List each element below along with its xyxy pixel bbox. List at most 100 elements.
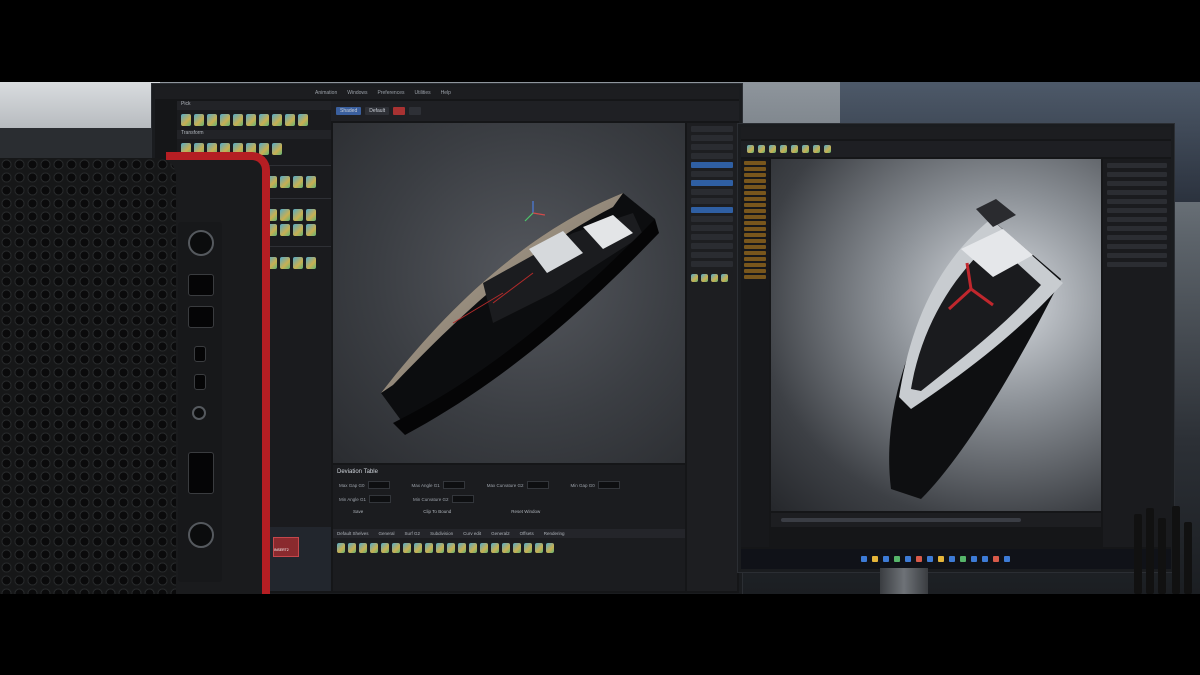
- tab-curv-edit[interactable]: Curv edit: [463, 531, 481, 536]
- tab-surf-g2[interactable]: Surf G2: [405, 531, 421, 536]
- shelf-tool-icon[interactable]: [502, 543, 510, 553]
- shelf-tool-icon[interactable]: [381, 543, 389, 553]
- tab-offsets[interactable]: Offsets: [520, 531, 534, 536]
- tool-icon[interactable]: [293, 209, 303, 221]
- shelf-tool-icon[interactable]: [469, 543, 477, 553]
- taskbar-app-icon[interactable]: [927, 556, 933, 562]
- attribute-row[interactable]: [1107, 190, 1167, 195]
- min-angle-input[interactable]: [369, 495, 392, 503]
- tool-icon[interactable]: [306, 224, 316, 236]
- shelf-tool-icon[interactable]: [447, 543, 455, 553]
- taskbar-app-icon[interactable]: [916, 556, 922, 562]
- attribute-row[interactable]: [1107, 262, 1167, 267]
- max-angle-input[interactable]: [442, 481, 465, 489]
- taskbar-app-icon[interactable]: [894, 556, 900, 562]
- lister-row-selected[interactable]: [691, 180, 733, 186]
- attribute-row[interactable]: [1107, 172, 1167, 177]
- tool-icon[interactable]: [293, 224, 303, 236]
- attribute-row[interactable]: [1107, 226, 1167, 231]
- shelf-tool-icon[interactable]: [458, 543, 466, 553]
- outliner-row[interactable]: [744, 221, 766, 225]
- window-thumbnail[interactable]: INSERT2: [273, 537, 299, 557]
- min-gap-input[interactable]: [597, 481, 620, 489]
- shaded-button[interactable]: Shaded: [336, 107, 362, 115]
- shelf-tool-icon[interactable]: [348, 543, 356, 553]
- menu-item-windows[interactable]: Windows: [347, 90, 367, 96]
- reset-window-button[interactable]: Reset Window: [511, 509, 540, 514]
- taskbar-app-icon[interactable]: [938, 556, 944, 562]
- render-viewport[interactable]: [771, 159, 1101, 511]
- attribute-row[interactable]: [1107, 163, 1167, 168]
- lister-row[interactable]: [691, 171, 733, 177]
- shelf-tool-icon[interactable]: [392, 543, 400, 553]
- outliner-row[interactable]: [744, 245, 766, 249]
- menu-item-utilities[interactable]: Utilities: [415, 90, 431, 96]
- taskbar-app-icon[interactable]: [861, 556, 867, 562]
- tool-icon[interactable]: [272, 143, 282, 155]
- lister-row-selected[interactable]: [691, 207, 733, 213]
- 3d-viewport[interactable]: [333, 123, 685, 463]
- outliner-row[interactable]: [744, 239, 766, 243]
- shelf-tool-icon[interactable]: [524, 543, 532, 553]
- outliner-row[interactable]: [744, 257, 766, 261]
- tool-icon[interactable]: [711, 274, 718, 282]
- tool-icon[interactable]: [280, 176, 290, 188]
- menu-item-preferences[interactable]: Preferences: [378, 90, 405, 96]
- tool-icon[interactable]: [272, 114, 282, 126]
- tool-icon[interactable]: [802, 145, 809, 153]
- shelf-tool-icon[interactable]: [546, 543, 554, 553]
- axis-gizmo-icon[interactable]: [521, 201, 545, 225]
- attribute-row[interactable]: [1107, 181, 1167, 186]
- tool-icon[interactable]: [220, 114, 230, 126]
- shelf-tool-icon[interactable]: [370, 543, 378, 553]
- attribute-row[interactable]: [1107, 235, 1167, 240]
- shelf-tool-icon[interactable]: [425, 543, 433, 553]
- outliner-row[interactable]: [744, 233, 766, 237]
- taskbar-app-icon[interactable]: [883, 556, 889, 562]
- power-button-icon[interactable]: [188, 230, 214, 256]
- tool-icon[interactable]: [280, 209, 290, 221]
- taskbar-app-icon[interactable]: [971, 556, 977, 562]
- lister-row[interactable]: [691, 135, 733, 141]
- attribute-row[interactable]: [1107, 253, 1167, 258]
- max-gap-input[interactable]: [367, 481, 390, 489]
- tool-icon[interactable]: [285, 114, 295, 126]
- outliner-row[interactable]: [744, 185, 766, 189]
- save-button[interactable]: Save: [353, 509, 363, 514]
- lister-row[interactable]: [691, 225, 733, 231]
- shelf-tool-icon[interactable]: [359, 543, 367, 553]
- tool-icon[interactable]: [280, 257, 290, 269]
- outliner-row[interactable]: [744, 179, 766, 183]
- taskbar-app-icon[interactable]: [1004, 556, 1010, 562]
- lister-row[interactable]: [691, 189, 733, 195]
- tool-icon[interactable]: [181, 114, 191, 126]
- lister-row[interactable]: [691, 252, 733, 258]
- taskbar-app-icon[interactable]: [982, 556, 988, 562]
- tool-icon[interactable]: [259, 114, 269, 126]
- outliner-row[interactable]: [744, 191, 766, 195]
- attribute-row[interactable]: [1107, 199, 1167, 204]
- tool-icon[interactable]: [306, 176, 316, 188]
- outliner-row[interactable]: [744, 275, 766, 279]
- tab-general2[interactable]: General2: [491, 531, 510, 536]
- tool-icon[interactable]: [293, 176, 303, 188]
- tool-icon[interactable]: [207, 114, 217, 126]
- taskbar-app-icon[interactable]: [960, 556, 966, 562]
- tool-icon[interactable]: [306, 257, 316, 269]
- outliner-row[interactable]: [744, 161, 766, 165]
- outliner-row[interactable]: [744, 173, 766, 177]
- shelf-tool-icon[interactable]: [436, 543, 444, 553]
- outliner-row[interactable]: [744, 209, 766, 213]
- lister-row[interactable]: [691, 198, 733, 204]
- tool-icon[interactable]: [747, 145, 754, 153]
- max-curvature-input[interactable]: [526, 481, 549, 489]
- tool-icon[interactable]: [721, 274, 728, 282]
- lister-row[interactable]: [691, 216, 733, 222]
- lister-row[interactable]: [691, 144, 733, 150]
- lister-row[interactable]: [691, 261, 733, 267]
- outliner-row[interactable]: [744, 197, 766, 201]
- secondary-button-icon[interactable]: [188, 522, 214, 548]
- attribute-row[interactable]: [1107, 244, 1167, 249]
- lister-row[interactable]: [691, 243, 733, 249]
- tab-rendering[interactable]: Rendering: [544, 531, 565, 536]
